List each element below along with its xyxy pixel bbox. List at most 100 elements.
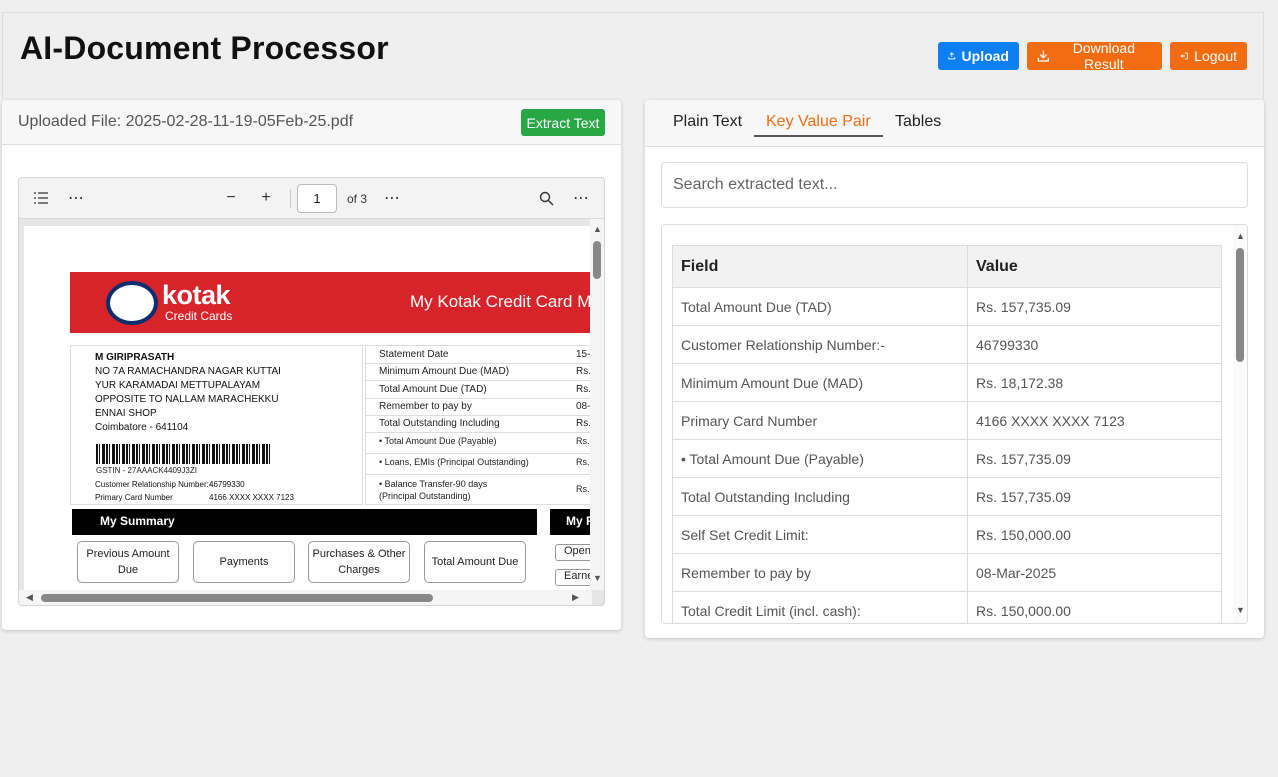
field-cell: Minimum Amount Due (MAD) bbox=[672, 363, 968, 402]
field-cell: Total Credit Limit (incl. cash): bbox=[672, 591, 968, 623]
summary-box: Purchases & Other Charges bbox=[308, 541, 410, 583]
page-more-icon[interactable]: ⋯ bbox=[382, 188, 402, 208]
scroll-down-icon[interactable]: ▼ bbox=[593, 573, 602, 583]
statement-value: 15- bbox=[576, 349, 590, 360]
outline-icon[interactable] bbox=[31, 188, 51, 208]
value-cell: Rs. 157,735.09 bbox=[967, 287, 1222, 326]
value-cell: Rs. 150,000.00 bbox=[967, 591, 1222, 623]
key-value-table-container: Field Value Total Amount Due (TAD) Rs. 15… bbox=[661, 224, 1248, 624]
barcode bbox=[96, 444, 271, 464]
table-vertical-scrollbar[interactable]: ▲ ▼ bbox=[1233, 225, 1247, 623]
summary-title: My Summary bbox=[100, 514, 175, 528]
statement-key: • Loans, EMIs (Principal Outstanding) bbox=[379, 457, 529, 467]
statement-value: Rs. bbox=[576, 384, 590, 395]
statement-row: Remember to pay by 08- bbox=[366, 398, 590, 416]
statement-key: • Balance Transfer-90 days (Principal Ou… bbox=[379, 479, 488, 501]
key-value-table: Field Value Total Amount Due (TAD) Rs. 15… bbox=[672, 245, 1222, 623]
download-label: Download Result bbox=[1072, 40, 1135, 72]
statement-row: • Total Amount Due (Payable) Rs. bbox=[366, 433, 590, 454]
scroll-thumb[interactable] bbox=[593, 241, 601, 279]
table-row: Total Amount Due (TAD) Rs. 157,735.09 bbox=[672, 287, 1222, 326]
page-number-input[interactable]: 1 bbox=[297, 184, 337, 213]
statement-value: Rs. bbox=[576, 457, 590, 467]
download-result-button[interactable]: Download Result bbox=[1027, 40, 1162, 72]
toolbar-divider bbox=[290, 189, 291, 208]
kotak-logo-subtitle: Credit Cards bbox=[165, 309, 233, 323]
summary-bar: My Summary bbox=[72, 509, 537, 535]
field-cell: Total Outstanding Including bbox=[672, 477, 968, 516]
download-icon bbox=[1037, 50, 1050, 62]
statement-row: Statement Date 15- bbox=[366, 346, 590, 364]
tab-key-value-pair[interactable]: Key Value Pair bbox=[766, 113, 871, 131]
statement-row: • Balance Transfer-90 days (Principal Ou… bbox=[366, 475, 590, 505]
statement-key: Total Amount Due (TAD) bbox=[379, 384, 487, 395]
pdf-toolbar: ⋯ − + 1 of 3 ⋯ ⋯ bbox=[19, 178, 604, 219]
field-cell: Customer Relationship Number:- bbox=[672, 325, 968, 364]
tab-plain-text[interactable]: Plain Text bbox=[673, 113, 742, 131]
table-row: Self Set Credit Limit: Rs. 150,000.00 bbox=[672, 515, 1222, 554]
statement-key: Remember to pay by bbox=[379, 401, 472, 412]
statement-row: Total Amount Due (TAD) Rs. bbox=[366, 381, 590, 399]
field-cell: • Total Amount Due (Payable) bbox=[672, 439, 968, 478]
column-header-value: Value bbox=[967, 245, 1222, 288]
logout-button[interactable]: Logout bbox=[1170, 42, 1247, 70]
upload-button[interactable]: Upload bbox=[938, 42, 1019, 70]
pcn-label: Primary Card Number bbox=[95, 493, 173, 502]
viewer-menu-icon[interactable]: ⋯ bbox=[571, 188, 591, 208]
field-cell: Total Amount Due (TAD) bbox=[672, 287, 968, 326]
summary-side-box: Open bbox=[555, 544, 590, 561]
kotak-banner: kotak Credit Cards My Kotak Credit Card … bbox=[70, 272, 590, 333]
app-title: AI-Document Processor bbox=[20, 30, 389, 66]
statement-key: Total Outstanding Including bbox=[379, 418, 500, 429]
search-icon[interactable] bbox=[536, 188, 556, 208]
value-cell: Rs. 157,735.09 bbox=[967, 439, 1222, 478]
page-total-label: of 3 bbox=[347, 192, 368, 206]
more-options-icon[interactable]: ⋯ bbox=[66, 188, 86, 208]
pcn-value: 4166 XXXX XXXX 7123 bbox=[209, 493, 294, 502]
scroll-down-icon[interactable]: ▼ bbox=[1236, 605, 1245, 615]
value-cell: Rs. 157,735.09 bbox=[967, 477, 1222, 516]
value-cell: 46799330 bbox=[967, 325, 1222, 364]
pdf-vertical-scrollbar[interactable]: ▲ ▼ bbox=[590, 219, 604, 590]
statement-row: Minimum Amount Due (MAD) Rs. bbox=[366, 363, 590, 381]
summary-bar-right: My R bbox=[550, 509, 590, 535]
table-row: Total Credit Limit (incl. cash): Rs. 150,… bbox=[672, 591, 1222, 623]
pdf-horizontal-scrollbar[interactable]: ◀ ▶ bbox=[19, 590, 592, 605]
table-header-row: Field Value bbox=[672, 245, 1222, 288]
summary-title-right: My R bbox=[566, 514, 590, 528]
address-line: ENNAI SHOP bbox=[95, 408, 157, 419]
address-line: M GIRIPRASATH bbox=[95, 352, 175, 363]
statement-key: Statement Date bbox=[379, 349, 449, 360]
search-extracted-input[interactable] bbox=[661, 162, 1248, 208]
statement-value: 08- bbox=[576, 401, 590, 412]
tab-tables[interactable]: Tables bbox=[895, 113, 941, 131]
scroll-thumb[interactable] bbox=[1236, 248, 1244, 362]
crn-label: Customer Relationship Number:- bbox=[95, 480, 212, 489]
value-cell: Rs. 150,000.00 bbox=[967, 515, 1222, 554]
address-lines: M GIRIPRASATH NO 7A RAMACHANDRA NAGAR KU… bbox=[95, 351, 281, 435]
results-panel: Plain Text Key Value Pair Tables Field V… bbox=[645, 100, 1264, 638]
zoom-out-icon[interactable]: − bbox=[221, 188, 241, 208]
document-panel: Uploaded File: 2025-02-28-11-19-05Feb-25… bbox=[2, 100, 621, 630]
scroll-left-icon[interactable]: ◀ bbox=[26, 592, 33, 603]
upload-icon bbox=[948, 52, 956, 60]
scroll-up-icon[interactable]: ▲ bbox=[593, 224, 602, 234]
active-tab-indicator bbox=[754, 135, 883, 137]
result-tabs: Plain Text Key Value Pair Tables bbox=[645, 100, 1264, 147]
address-line: NO 7A RAMACHANDRA NAGAR KUTTAI bbox=[95, 366, 281, 377]
pcn-row: Primary Card Number 4166 XXXX XXXX 7123 bbox=[95, 493, 294, 502]
scroll-thumb[interactable] bbox=[41, 594, 433, 602]
field-cell: Remember to pay by bbox=[672, 553, 968, 592]
pdf-page: kotak Credit Cards My Kotak Credit Card … bbox=[24, 226, 590, 590]
table-row: Remember to pay by 08-Mar-2025 bbox=[672, 553, 1222, 592]
scroll-up-icon[interactable]: ▲ bbox=[1236, 231, 1245, 241]
pdf-viewer: ⋯ − + 1 of 3 ⋯ ⋯ kotak Credit Cards My K… bbox=[18, 177, 605, 606]
gstin-label: GSTIN - 27AAACK4409J3ZI bbox=[96, 466, 197, 475]
logout-label: Logout bbox=[1194, 48, 1237, 64]
extract-text-button[interactable]: Extract Text bbox=[521, 109, 605, 136]
scroll-right-icon[interactable]: ▶ bbox=[572, 592, 579, 603]
field-cell: Self Set Credit Limit: bbox=[672, 515, 968, 554]
table-row: Minimum Amount Due (MAD) Rs. 18,172.38 bbox=[672, 363, 1222, 402]
zoom-in-icon[interactable]: + bbox=[256, 188, 276, 208]
statement-summary: Statement Date 15- Minimum Amount Due (MA… bbox=[365, 345, 590, 505]
